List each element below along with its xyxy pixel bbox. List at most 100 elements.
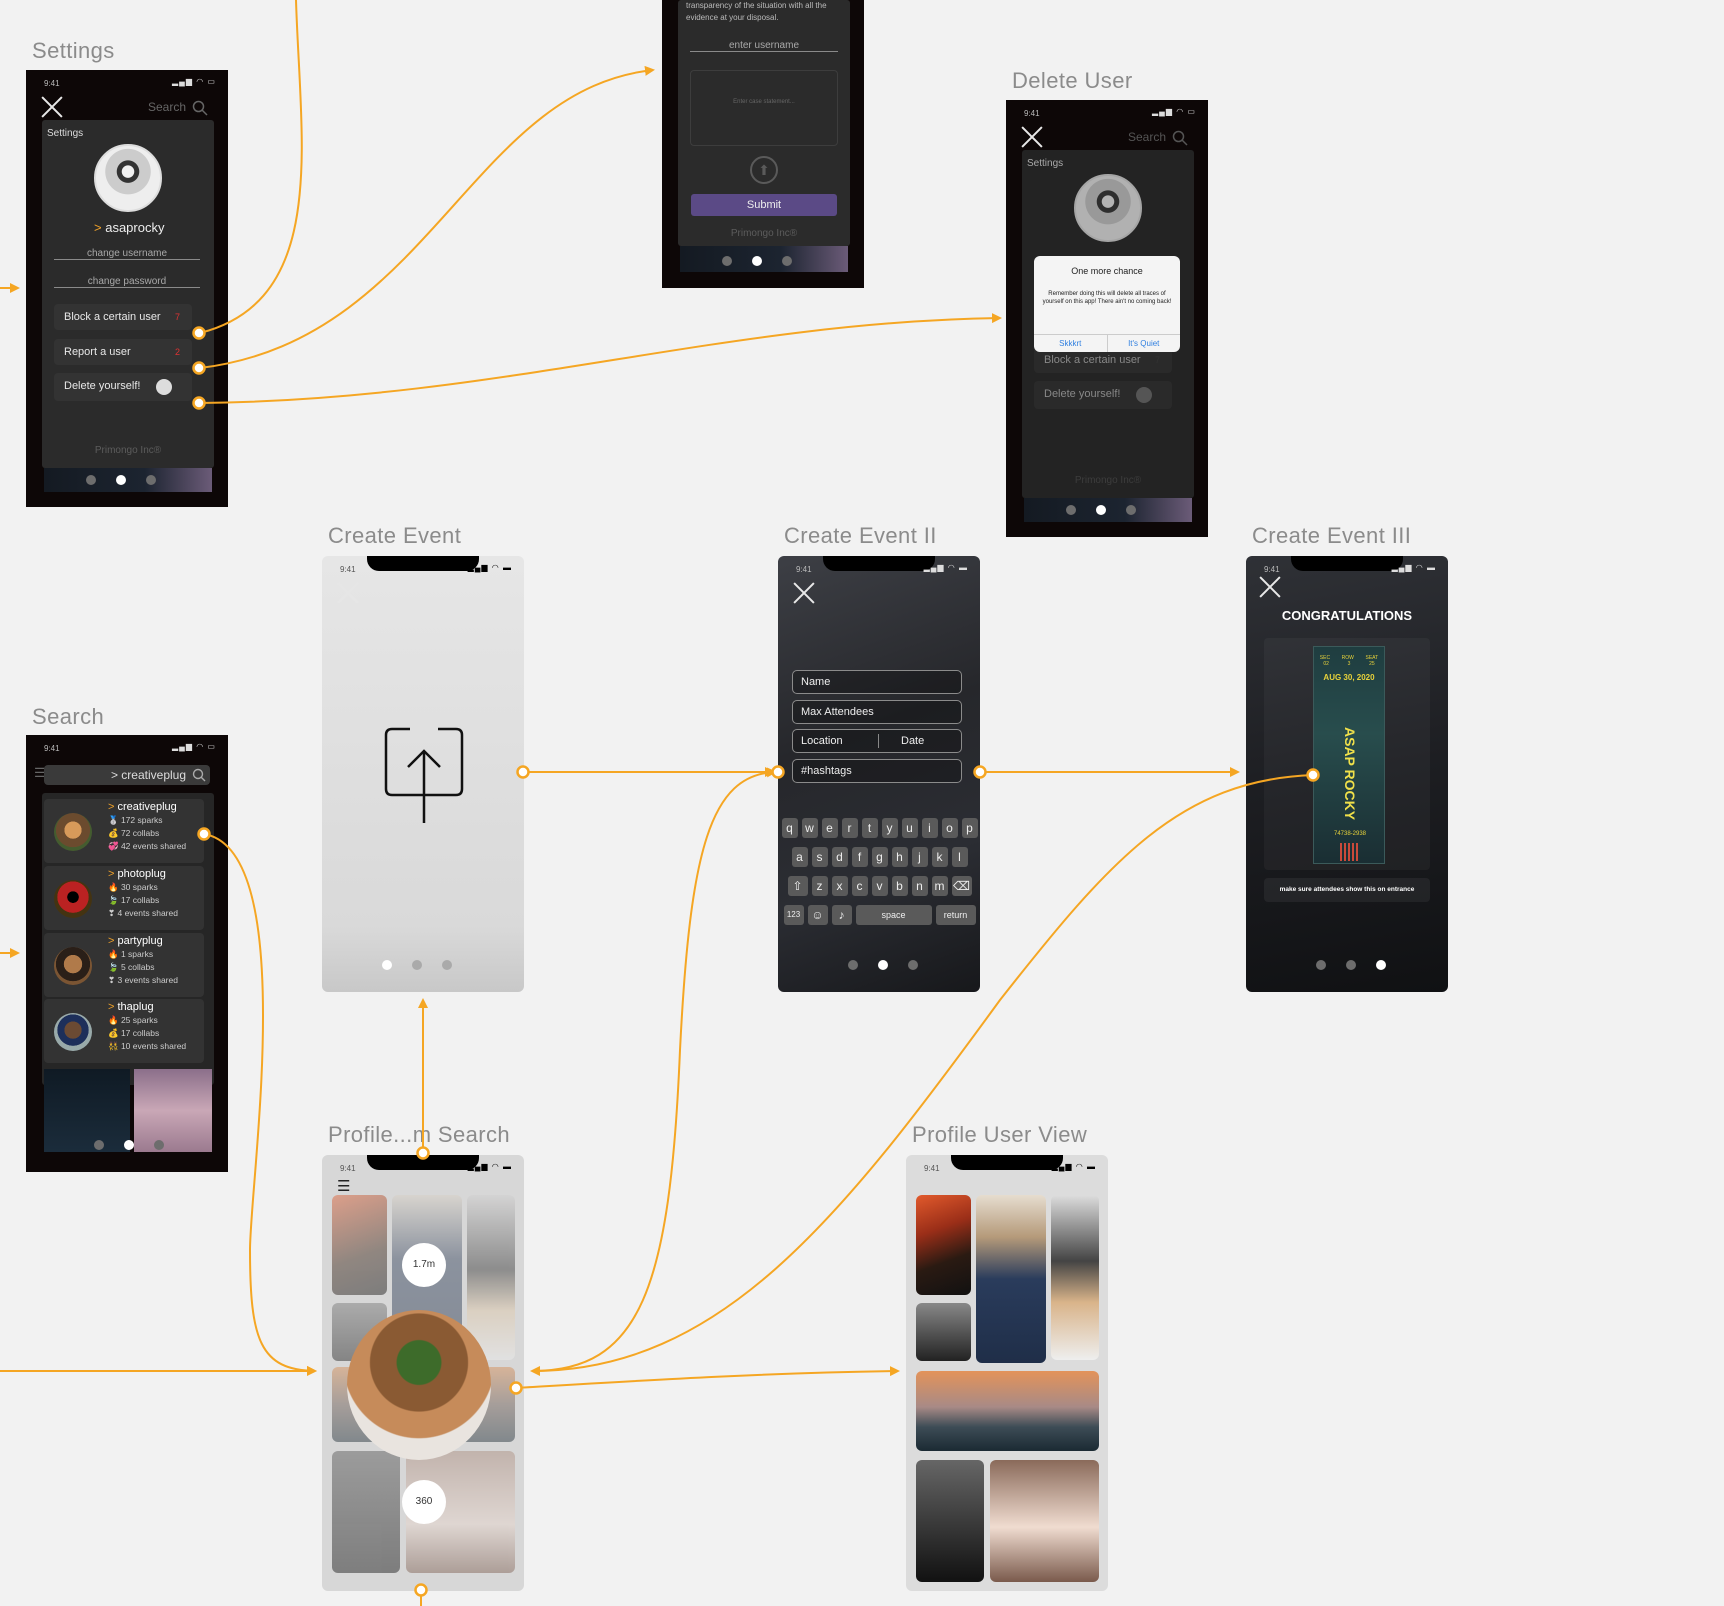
page-dot[interactable] xyxy=(154,1140,164,1150)
dialog-cancel-button[interactable]: Skkkrt xyxy=(1034,335,1108,352)
page-dot-active[interactable] xyxy=(1376,960,1386,970)
page-dot-active[interactable] xyxy=(1096,505,1106,515)
key-w[interactable]: w xyxy=(801,818,818,838)
key-o[interactable]: o xyxy=(941,818,958,838)
emoji-icon[interactable]: ☺ xyxy=(807,905,828,925)
key-h[interactable]: h xyxy=(891,847,908,867)
key-e[interactable]: e xyxy=(821,818,838,838)
key-x[interactable]: x xyxy=(831,876,848,896)
frame-label-create-event-3[interactable]: Create Event III xyxy=(1252,523,1411,549)
key-l[interactable]: l xyxy=(951,847,968,867)
hashtags-field[interactable]: #hashtags xyxy=(792,759,962,783)
key-t[interactable]: t xyxy=(861,818,878,838)
frame-label-search[interactable]: Search xyxy=(32,704,104,730)
key-d[interactable]: d xyxy=(831,847,848,867)
key-q[interactable]: q xyxy=(781,818,798,838)
delete-toggle[interactable] xyxy=(156,379,172,395)
close-icon[interactable] xyxy=(1021,126,1043,148)
upload-icon[interactable]: ⬆ xyxy=(750,156,778,184)
close-icon[interactable] xyxy=(41,96,63,118)
key-z[interactable]: z xyxy=(811,876,828,896)
shift-icon[interactable]: ⇧ xyxy=(787,876,808,896)
case-statement-input[interactable]: Enter case statement... xyxy=(690,70,838,146)
close-icon[interactable] xyxy=(1259,576,1281,598)
thumb-image[interactable] xyxy=(916,1195,971,1295)
page-dot[interactable] xyxy=(86,475,96,485)
key-r[interactable]: r xyxy=(841,818,858,838)
frame-label-settings[interactable]: Settings xyxy=(32,38,115,64)
profile-avatar[interactable] xyxy=(347,1310,491,1460)
key-y[interactable]: y xyxy=(881,818,898,838)
search-result[interactable]: > creativeplug 🥈 172 sparks 💰 72 collabs 💞 … xyxy=(44,799,204,863)
page-dot[interactable] xyxy=(442,960,452,970)
page-dot-active[interactable] xyxy=(878,960,888,970)
close-icon[interactable] xyxy=(793,582,815,604)
key-space[interactable]: space xyxy=(855,905,932,925)
key-b[interactable]: b xyxy=(891,876,908,896)
event-name-field[interactable]: Name xyxy=(792,670,962,694)
delete-yourself-row[interactable]: Delete yourself! xyxy=(1034,381,1172,409)
username-input[interactable]: enter username xyxy=(690,40,838,52)
max-attendees-field[interactable]: Max Attendees xyxy=(792,700,962,724)
page-dot[interactable] xyxy=(1316,960,1326,970)
location-field[interactable]: Location xyxy=(801,735,843,747)
thumb-image[interactable] xyxy=(916,1371,1099,1451)
delete-toggle[interactable] xyxy=(1136,387,1152,403)
thumb-image[interactable] xyxy=(916,1460,984,1582)
menu-icon[interactable]: ☰ xyxy=(337,1177,350,1195)
search-bar[interactable]: > creativeplug xyxy=(44,765,210,785)
page-dot[interactable] xyxy=(146,475,156,485)
page-dot[interactable] xyxy=(1126,505,1136,515)
search-label[interactable]: Search xyxy=(148,100,186,114)
page-dot-active[interactable] xyxy=(752,256,762,266)
key-v[interactable]: v xyxy=(871,876,888,896)
page-dot[interactable] xyxy=(94,1140,104,1150)
backspace-icon[interactable]: ⌫ xyxy=(951,876,972,896)
search-result[interactable]: > thaplug 🔥 25 sparks 💰 17 collabs 👯 10 eve… xyxy=(44,999,204,1063)
thumb-image[interactable] xyxy=(990,1460,1099,1582)
thumb-image[interactable] xyxy=(916,1303,971,1361)
thumb-image[interactable] xyxy=(976,1195,1046,1363)
search-input[interactable]: > creativeplug xyxy=(111,768,186,782)
dialog-confirm-button[interactable]: It's Quiet xyxy=(1108,335,1181,352)
thumb-image[interactable] xyxy=(332,1195,387,1295)
page-dot-active[interactable] xyxy=(382,960,392,970)
page-dot[interactable] xyxy=(908,960,918,970)
report-user-row[interactable]: Report a user 2 xyxy=(54,339,192,365)
frame-label-profile-user-view[interactable]: Profile User View xyxy=(912,1122,1087,1148)
key-p[interactable]: p xyxy=(961,818,978,838)
search-result[interactable]: > partyplug 🔥 1 sparks 🍃 5 collabs ❣ 3 even… xyxy=(44,933,204,997)
date-field[interactable]: Date xyxy=(901,735,924,747)
search-icon[interactable] xyxy=(192,768,206,782)
page-dot[interactable] xyxy=(412,960,422,970)
key-c[interactable]: c xyxy=(851,876,868,896)
thumb-image[interactable] xyxy=(467,1195,515,1360)
search-icon[interactable] xyxy=(192,100,208,116)
key-u[interactable]: u xyxy=(901,818,918,838)
location-date-field[interactable]: Location Date xyxy=(792,729,962,753)
page-dot[interactable] xyxy=(1066,505,1076,515)
page-dot[interactable] xyxy=(722,256,732,266)
close-icon[interactable] xyxy=(337,582,359,604)
upload-icon[interactable] xyxy=(384,721,464,825)
search-result[interactable]: > photoplug 🔥 30 sparks 🍃 17 collabs ❣ 4 ev… xyxy=(44,866,204,930)
key-n[interactable]: n xyxy=(911,876,928,896)
key-a[interactable]: a xyxy=(791,847,808,867)
page-dot-active[interactable] xyxy=(124,1140,134,1150)
page-dot[interactable] xyxy=(848,960,858,970)
key-f[interactable]: f xyxy=(851,847,868,867)
page-dot[interactable] xyxy=(1346,960,1356,970)
thumb-image[interactable] xyxy=(332,1451,400,1573)
key-j[interactable]: j xyxy=(911,847,928,867)
frame-label-delete-user[interactable]: Delete User xyxy=(1012,68,1133,94)
frame-label-create-event[interactable]: Create Event xyxy=(328,523,461,549)
mic-icon[interactable]: ♪ xyxy=(831,905,852,925)
page-dot-active[interactable] xyxy=(116,475,126,485)
avatar[interactable] xyxy=(94,144,162,212)
change-password-field[interactable]: change password xyxy=(54,276,200,288)
frame-label-profile-search[interactable]: Profile...m Search xyxy=(328,1122,510,1148)
change-username-field[interactable]: change username xyxy=(54,248,200,260)
key-m[interactable]: m xyxy=(931,876,948,896)
search-label[interactable]: Search xyxy=(1128,130,1166,144)
key-123[interactable]: 123 xyxy=(783,905,804,925)
